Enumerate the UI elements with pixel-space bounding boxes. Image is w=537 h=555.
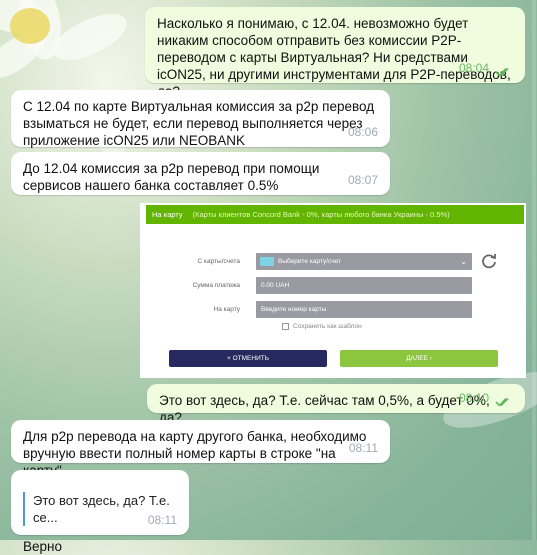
message-text: До 12.04 комиссия за р2р перевод при пом…	[23, 161, 320, 193]
amount-label: Сумма платежа	[192, 282, 240, 289]
message-outgoing[interactable]: Это вот здесь, да? Т.е. сейчас там 0,5%,…	[147, 384, 525, 425]
double-check-icon	[495, 397, 509, 407]
transfer-subtitle: (Карты клиентов Concord Bank - 0%, карты…	[192, 210, 450, 219]
attached-screenshot[interactable]: На карту (Карты клиентов Concord Bank - …	[140, 203, 526, 378]
transfer-title: На карту	[152, 210, 183, 219]
chevron-down-icon: ⌄	[460, 257, 467, 266]
message-time: 08:10	[458, 391, 489, 405]
to-card-input[interactable]: Введите номер карты	[256, 301, 472, 318]
checkbox-box[interactable]	[282, 323, 289, 330]
from-account-value: Выберите карту/счет	[278, 258, 341, 265]
from-account-select[interactable]: Выберите карту/счет ⌄	[256, 253, 472, 270]
from-label: С карты/счета	[197, 258, 240, 265]
double-check-icon	[495, 67, 509, 77]
amount-input[interactable]: 0.00 UAH	[256, 277, 472, 294]
next-button[interactable]: ДАЛЕЕ ›	[340, 350, 498, 367]
to-card-label: На карту	[213, 306, 241, 313]
save-template-checkbox[interactable]: Сохранить как шаблон	[282, 323, 362, 330]
cancel-button[interactable]: × ОТМЕНИТЬ	[169, 350, 327, 367]
message-incoming[interactable]: До 12.04 комиссия за р2р перевод при пом…	[11, 152, 390, 195]
refresh-icon[interactable]	[480, 252, 498, 270]
transfer-header: На карту (Карты клиентов Concord Bank - …	[146, 205, 524, 224]
message-incoming[interactable]: С 12.04 по карте Виртуальная комиссия за…	[11, 90, 390, 148]
message-text: С 12.04 по карте Виртуальная комиссия за…	[23, 99, 375, 148]
save-template-label: Сохранить как шаблон	[293, 323, 362, 331]
message-time: 08:06	[347, 125, 378, 139]
card-icon	[260, 257, 274, 266]
message-incoming[interactable]: Для р2р перевода на карту другого банка,…	[11, 420, 390, 478]
message-time: 08:11	[147, 513, 177, 527]
message-text: Насколько я понимаю, с 12.04. невозможно…	[157, 16, 511, 99]
message-time: 08:11	[348, 441, 378, 455]
message-time: 08:04	[458, 61, 489, 75]
message-outgoing[interactable]: Насколько я понимаю, с 12.04. невозможно…	[145, 7, 525, 99]
message-time: 08:07	[347, 173, 378, 187]
message-text: Верно	[23, 539, 62, 554]
message-incoming-reply[interactable]: Это вот здесь, да? Т.е. се... Верно 08:1…	[11, 470, 189, 554]
scrollbar[interactable]	[532, 0, 536, 540]
